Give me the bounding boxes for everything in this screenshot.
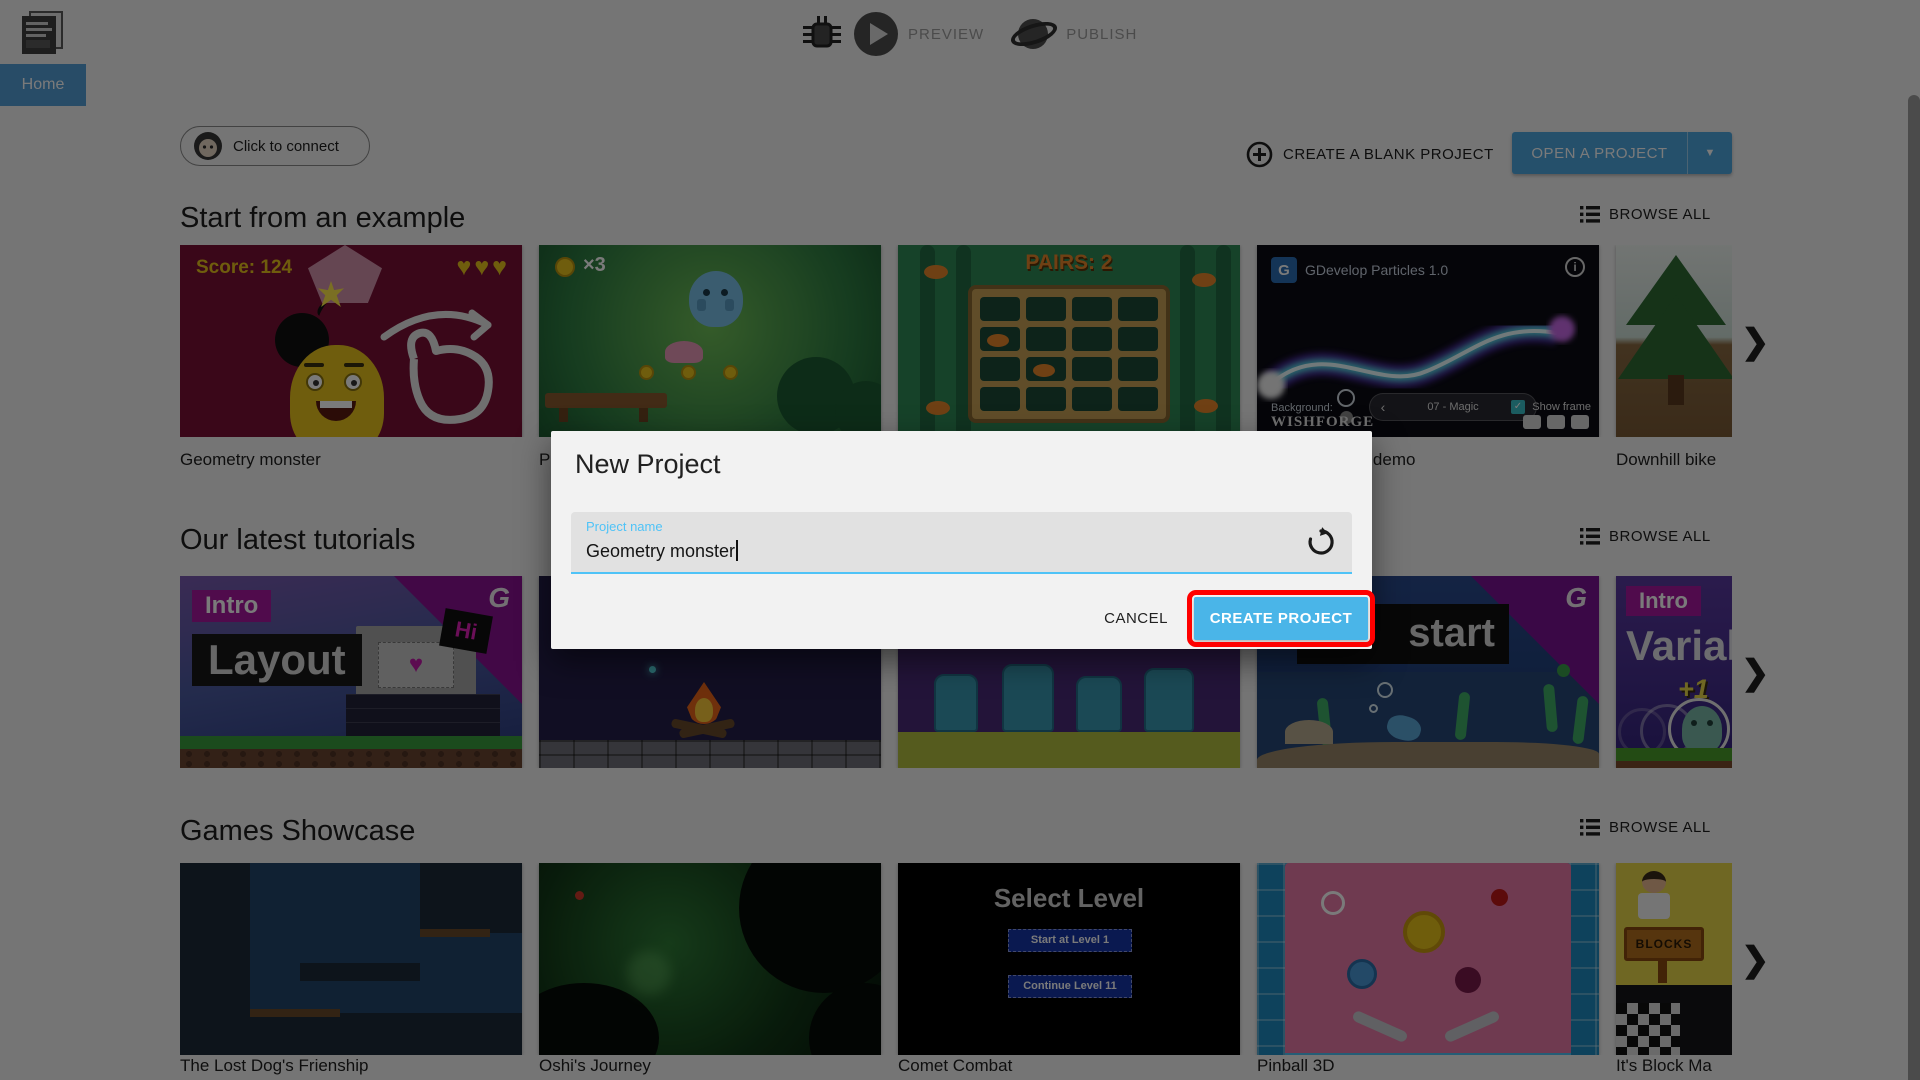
project-name-value: Geometry monster (586, 540, 739, 562)
refresh-icon[interactable] (1306, 527, 1336, 557)
new-project-dialog: New Project Project name Geometry monste… (551, 431, 1375, 649)
text-cursor (736, 540, 739, 561)
project-name-input[interactable]: Project name Geometry monster (571, 512, 1352, 574)
dialog-title: New Project (575, 449, 721, 479)
gdevelop-home-screen: PREVIEW PUBLISH Home Click to connect (0, 0, 1920, 1080)
create-project-button[interactable]: CREATE PROJECT (1187, 590, 1375, 647)
project-name-label: Project name (586, 519, 663, 534)
cancel-button[interactable]: CANCEL (1096, 604, 1176, 634)
